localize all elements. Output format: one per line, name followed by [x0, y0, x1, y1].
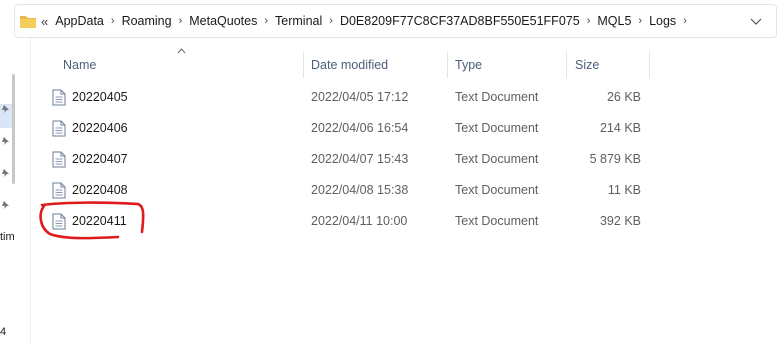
- text-document-icon: [52, 213, 66, 230]
- file-size: 11 KB: [607, 183, 641, 197]
- breadcrumb-chevron-icon[interactable]: ›: [683, 15, 687, 27]
- file-type: Text Document: [455, 90, 539, 104]
- chevron-down-icon[interactable]: [749, 14, 763, 28]
- file-size: 214 KB: [599, 121, 641, 135]
- file-row[interactable]: 20220406 2022/04/06 16:54 Text Document …: [45, 113, 645, 144]
- column-separator[interactable]: [303, 51, 304, 78]
- column-separator[interactable]: [649, 51, 650, 78]
- file-size: 26 KB: [606, 90, 641, 104]
- file-name[interactable]: 20220407: [72, 144, 128, 175]
- column-separator[interactable]: [566, 51, 567, 78]
- breadcrumb-overflow-icon[interactable]: «: [41, 14, 48, 29]
- file-name[interactable]: 20220406: [72, 113, 128, 144]
- nav-item-partial-label[interactable]: 4: [0, 326, 6, 338]
- file-date-modified: 2022/04/07 15:43: [311, 152, 409, 166]
- sort-ascending-icon: [177, 48, 186, 54]
- file-type: Text Document: [455, 214, 539, 228]
- nav-item-partial-label[interactable]: tim: [0, 231, 15, 243]
- file-row[interactable]: 20220407 2022/04/07 15:43 Text Document …: [45, 144, 645, 175]
- breadcrumb-item-terminal-id[interactable]: D0E8209F77C8CF37AD8BF550E51FF075: [340, 14, 580, 28]
- file-name[interactable]: 20220411: [72, 206, 127, 237]
- pin-icon: [2, 201, 9, 209]
- pin-icon: [2, 169, 9, 177]
- file-type: Text Document: [455, 183, 539, 197]
- file-date-modified: 2022/04/08 15:38: [311, 183, 409, 197]
- file-size: 392 KB: [599, 214, 641, 228]
- column-header-date-modified[interactable]: Date modified: [311, 51, 388, 79]
- breadcrumb-chevron-icon[interactable]: ›: [587, 15, 591, 27]
- text-document-icon: [52, 89, 66, 106]
- breadcrumb-chevron-icon[interactable]: ›: [329, 15, 333, 27]
- pin-icon: [2, 105, 9, 113]
- column-separator[interactable]: [447, 51, 448, 78]
- folder-icon: [20, 16, 36, 28]
- file-type: Text Document: [455, 121, 539, 135]
- text-document-icon: [52, 182, 66, 199]
- breadcrumb-item-terminal[interactable]: Terminal: [275, 14, 322, 28]
- text-document-icon: [52, 151, 66, 168]
- file-type: Text Document: [455, 152, 539, 166]
- breadcrumb-item-logs[interactable]: Logs: [649, 14, 676, 28]
- file-row[interactable]: 20220408 2022/04/08 15:38 Text Document …: [45, 175, 645, 206]
- text-document-icon: [52, 120, 66, 137]
- pin-icon: [2, 137, 9, 145]
- address-bar[interactable]: « AppData › Roaming › MetaQuotes › Termi…: [14, 4, 777, 38]
- breadcrumb-item-appdata[interactable]: AppData: [55, 14, 104, 28]
- column-header-size[interactable]: Size: [575, 51, 599, 79]
- file-name[interactable]: 20220405: [72, 82, 128, 113]
- breadcrumb-item-roaming[interactable]: Roaming: [122, 14, 172, 28]
- breadcrumb: « AppData › Roaming › MetaQuotes › Termi…: [41, 5, 694, 37]
- file-name[interactable]: 20220408: [72, 175, 128, 206]
- column-header-name[interactable]: Name: [63, 51, 96, 79]
- file-row-highlighted[interactable]: 20220411 2022/04/11 10:00 Text Document …: [45, 206, 645, 237]
- breadcrumb-chevron-icon[interactable]: ›: [111, 15, 115, 27]
- file-date-modified: 2022/04/05 17:12: [311, 90, 409, 104]
- breadcrumb-chevron-icon[interactable]: ›: [638, 15, 642, 27]
- nav-scrollbar[interactable]: [12, 74, 15, 184]
- breadcrumb-chevron-icon[interactable]: ›: [264, 15, 268, 27]
- breadcrumb-chevron-icon[interactable]: ›: [179, 15, 183, 27]
- file-row[interactable]: 20220405 2022/04/05 17:12 Text Document …: [45, 82, 645, 113]
- column-header-type[interactable]: Type: [455, 51, 482, 79]
- navigation-pane[interactable]: tim 4: [0, 38, 15, 345]
- breadcrumb-item-metaquotes[interactable]: MetaQuotes: [189, 14, 257, 28]
- file-date-modified: 2022/04/11 10:00: [311, 214, 408, 228]
- breadcrumb-item-mql5[interactable]: MQL5: [597, 14, 631, 28]
- file-size: 5 879 KB: [589, 152, 641, 166]
- file-date-modified: 2022/04/06 16:54: [311, 121, 409, 135]
- pane-divider: [30, 38, 31, 345]
